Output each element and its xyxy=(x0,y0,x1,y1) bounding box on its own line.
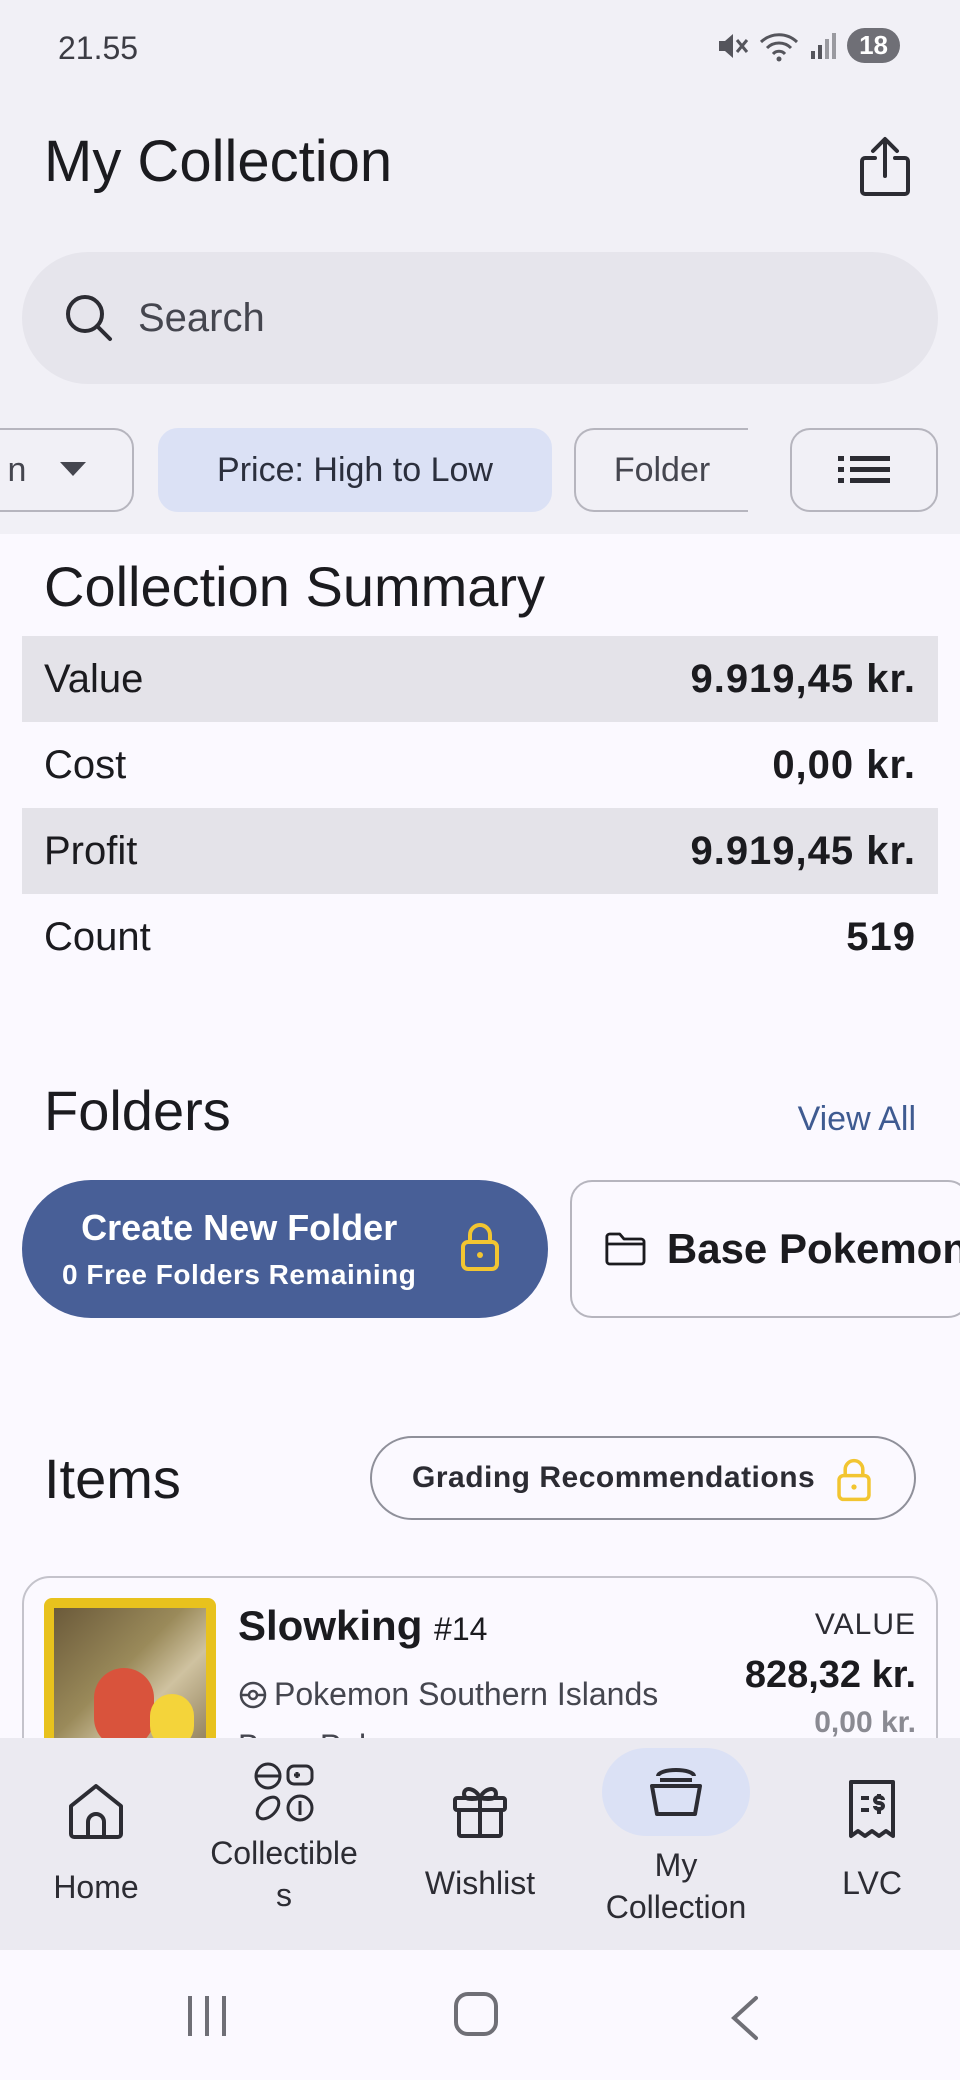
card-artwork xyxy=(54,1608,206,1738)
view-all-link[interactable]: View All xyxy=(798,1100,916,1139)
pokeball-icon xyxy=(239,1681,267,1708)
summary-label: Cost xyxy=(44,742,127,787)
summary-value: 9.919,45 kr. xyxy=(690,828,916,873)
status-icons: 18 xyxy=(715,28,900,63)
filter-chip-row: n Price: High to Low Folder xyxy=(0,428,960,512)
items-title: Items xyxy=(44,1447,181,1510)
summary-label: Profit xyxy=(44,828,138,873)
search-input[interactable] xyxy=(138,295,838,341)
receipt-icon xyxy=(849,1780,895,1838)
item-set-name: Pokemon Southern Islands xyxy=(274,1676,659,1712)
back-icon[interactable] xyxy=(728,1994,760,2042)
recent-apps-icon[interactable] xyxy=(186,1994,228,2038)
summary-row-value: Value 9.919,45 kr. xyxy=(22,636,938,722)
item-value: 828,32 kr. xyxy=(744,1654,916,1696)
summary-row-profit: Profit 9.919,45 kr. xyxy=(22,808,938,894)
dropdown-icon xyxy=(60,462,87,476)
value-label: VALUE xyxy=(814,1608,916,1641)
status-time: 21.55 xyxy=(58,30,139,66)
grading-recommendations-button[interactable]: Grading Recommendations xyxy=(370,1436,916,1520)
mute-icon xyxy=(719,33,749,58)
folders-title: Folders xyxy=(44,1079,231,1142)
nav-label: LVC xyxy=(842,1865,902,1901)
summary-title: Collection Summary xyxy=(44,555,546,618)
system-navigation-bar xyxy=(0,1950,960,2080)
nav-label: Collectible s xyxy=(210,1835,358,1913)
signal-icon xyxy=(811,32,837,59)
grading-label: Grading Recommendations xyxy=(412,1461,816,1494)
item-cost: 0,00 kr. xyxy=(814,1706,916,1738)
item-name: Slowking #14 xyxy=(238,1602,487,1650)
nav-collectibles[interactable]: Collectible s xyxy=(188,1738,380,1950)
summary-value: 9.919,45 kr. xyxy=(690,656,916,701)
home-icon xyxy=(69,1784,123,1839)
battery-indicator: 18 xyxy=(847,28,900,63)
lock-icon xyxy=(837,1458,871,1502)
search-icon xyxy=(66,295,112,341)
create-folder-button[interactable]: Create New Folder 0 Free Folders Remaini… xyxy=(22,1180,548,1318)
nav-label: Wishlist xyxy=(424,1865,536,1901)
share-button[interactable] xyxy=(852,134,918,200)
lock-icon xyxy=(461,1223,499,1271)
sort-chip[interactable]: Price: High to Low xyxy=(158,428,552,512)
free-folders-remaining: 0 Free Folders Remaining xyxy=(62,1259,417,1290)
home-button-icon[interactable] xyxy=(452,1990,500,2038)
share-icon xyxy=(860,137,910,196)
summary-label: Count xyxy=(44,914,151,959)
page-title: My Collection xyxy=(44,129,393,194)
filter-chip-label: n xyxy=(7,450,27,489)
nav-my-collection[interactable]: My Collection xyxy=(580,1738,772,1950)
nav-label: Home xyxy=(53,1869,139,1905)
folder-icon xyxy=(605,1232,646,1266)
folder-card[interactable]: Base Pokemon xyxy=(570,1180,960,1318)
list-item[interactable]: Slowking #14 Pokemon Southern Islands Ba… xyxy=(22,1576,938,1738)
summary-row-count: Count 519 xyxy=(22,894,938,980)
summary-value: 0,00 kr. xyxy=(772,742,916,787)
summary-value: 519 xyxy=(846,914,916,959)
basket-icon xyxy=(650,1768,702,1816)
item-number: #14 xyxy=(434,1611,488,1647)
content-area: Collection Summary Value 9.919,45 kr. Co… xyxy=(0,534,960,1738)
filter-chip-dropdown[interactable]: n xyxy=(0,428,134,512)
gift-icon xyxy=(453,1787,507,1838)
wifi-icon xyxy=(760,32,799,61)
collectibles-icon xyxy=(254,1762,314,1822)
summary-label: Value xyxy=(44,656,144,701)
item-title: Slowking xyxy=(238,1602,423,1649)
folder-chip[interactable]: Folder xyxy=(574,428,748,512)
nav-wishlist[interactable]: Wishlist xyxy=(384,1738,576,1950)
card-thumbnail xyxy=(44,1598,216,1738)
item-folder: Base Pokemon xyxy=(238,1728,455,1738)
summary-row-cost: Cost 0,00 kr. xyxy=(22,722,938,808)
list-icon xyxy=(838,456,890,483)
item-set: Pokemon Southern Islands xyxy=(238,1676,658,1713)
search-bar[interactable] xyxy=(22,252,938,384)
nav-label: My Collection xyxy=(605,1847,747,1925)
list-view-toggle[interactable] xyxy=(790,428,938,512)
bottom-navigation: Home Collectible s Wishlist My Collectio… xyxy=(0,1738,960,1950)
create-folder-label: Create New Folder xyxy=(81,1207,398,1248)
folder-name: Base Pokemon xyxy=(666,1225,960,1272)
nav-home[interactable]: Home xyxy=(0,1738,192,1950)
nav-lvc[interactable]: LVC xyxy=(776,1738,960,1950)
